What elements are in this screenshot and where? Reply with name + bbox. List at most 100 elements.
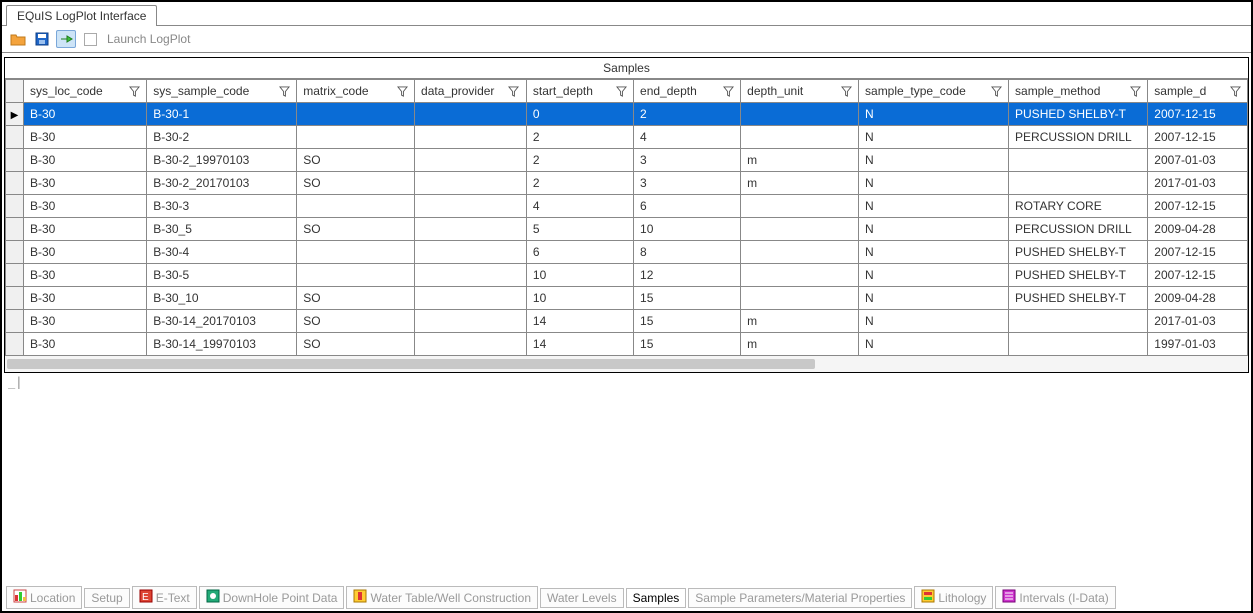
cell-sys_sample_code[interactable]: B-30-3 — [147, 195, 297, 218]
cell-sample_type_code[interactable]: N — [859, 172, 1009, 195]
cell-sample_d[interactable]: 2017-01-03 — [1148, 310, 1248, 333]
cell-end_depth[interactable]: 3 — [634, 149, 741, 172]
table-row[interactable]: B-30B-30-2_20170103SO23mN2017-01-03 — [6, 172, 1248, 195]
cell-sample_d[interactable]: 2007-12-15 — [1148, 264, 1248, 287]
cell-data_provider[interactable] — [415, 172, 527, 195]
cell-sys_sample_code[interactable]: B-30-14_20170103 — [147, 310, 297, 333]
table-row[interactable]: B-30B-30-2_19970103SO23mN2007-01-03 — [6, 149, 1248, 172]
tab-location[interactable]: Location — [6, 586, 82, 609]
filter-icon[interactable] — [840, 85, 852, 97]
row-header[interactable] — [6, 264, 24, 287]
cell-sys_sample_code[interactable]: B-30_10 — [147, 287, 297, 310]
tab-lithology[interactable]: Lithology — [914, 586, 993, 609]
cell-start_depth[interactable]: 6 — [526, 241, 633, 264]
cell-end_depth[interactable]: 15 — [634, 310, 741, 333]
cell-sample_type_code[interactable]: N — [859, 333, 1009, 356]
cell-sample_type_code[interactable]: N — [859, 241, 1009, 264]
cell-sample_method[interactable]: ROTARY CORE — [1009, 195, 1148, 218]
column-header-sample_method[interactable]: sample_method — [1009, 80, 1148, 103]
cell-sample_type_code[interactable]: N — [859, 264, 1009, 287]
cell-sample_method[interactable] — [1009, 172, 1148, 195]
row-header[interactable] — [6, 103, 24, 126]
cell-matrix_code[interactable]: SO — [297, 218, 415, 241]
cell-depth_unit[interactable] — [741, 126, 859, 149]
column-header-end_depth[interactable]: end_depth — [634, 80, 741, 103]
cell-sample_method[interactable]: PUSHED SHELBY-T — [1009, 103, 1148, 126]
cell-sys_loc_code[interactable]: B-30 — [24, 195, 147, 218]
cell-start_depth[interactable]: 2 — [526, 126, 633, 149]
cell-sample_method[interactable]: PERCUSSION DRILL — [1009, 126, 1148, 149]
tab-intervals-i-data-[interactable]: Intervals (I-Data) — [995, 586, 1115, 609]
cell-start_depth[interactable]: 5 — [526, 218, 633, 241]
cell-end_depth[interactable]: 12 — [634, 264, 741, 287]
cell-depth_unit[interactable] — [741, 264, 859, 287]
cell-matrix_code[interactable] — [297, 264, 415, 287]
cell-end_depth[interactable]: 15 — [634, 287, 741, 310]
table-row[interactable]: B-30B-30-3 46 NROTARY CORE2007-12-15 — [6, 195, 1248, 218]
column-header-sample_type_code[interactable]: sample_type_code — [859, 80, 1009, 103]
cell-start_depth[interactable]: 4 — [526, 195, 633, 218]
cell-end_depth[interactable]: 4 — [634, 126, 741, 149]
cell-end_depth[interactable]: 2 — [634, 103, 741, 126]
table-row[interactable]: B-30B-30-14_20170103SO1415mN2017-01-03 — [6, 310, 1248, 333]
cell-sample_d[interactable]: 2007-12-15 — [1148, 126, 1248, 149]
row-header[interactable] — [6, 287, 24, 310]
grid-scroll[interactable]: sys_loc_codesys_sample_codematrix_codeda… — [5, 79, 1248, 356]
cell-data_provider[interactable] — [415, 149, 527, 172]
horizontal-scrollbar[interactable] — [7, 359, 815, 369]
table-row[interactable]: B-30B-30-14_19970103SO1415mN1997-01-03 — [6, 333, 1248, 356]
cell-sys_loc_code[interactable]: B-30 — [24, 103, 147, 126]
cell-matrix_code[interactable]: SO — [297, 333, 415, 356]
cell-sample_type_code[interactable]: N — [859, 126, 1009, 149]
cell-sample_d[interactable]: 2007-01-03 — [1148, 149, 1248, 172]
tab-water-table-well-construction[interactable]: Water Table/Well Construction — [346, 586, 538, 609]
table-row[interactable]: B-30B-30_10SO1015NPUSHED SHELBY-T2009-04… — [6, 287, 1248, 310]
cell-data_provider[interactable] — [415, 264, 527, 287]
cell-data_provider[interactable] — [415, 126, 527, 149]
row-header[interactable] — [6, 218, 24, 241]
cell-sample_type_code[interactable]: N — [859, 103, 1009, 126]
app-title-tab[interactable]: EQuIS LogPlot Interface — [6, 5, 157, 26]
cell-sample_type_code[interactable]: N — [859, 287, 1009, 310]
cell-sys_loc_code[interactable]: B-30 — [24, 333, 147, 356]
column-header-start_depth[interactable]: start_depth — [526, 80, 633, 103]
cell-sys_sample_code[interactable]: B-30-4 — [147, 241, 297, 264]
cell-depth_unit[interactable] — [741, 218, 859, 241]
row-header[interactable] — [6, 126, 24, 149]
cell-sys_sample_code[interactable]: B-30-2_19970103 — [147, 149, 297, 172]
cell-sample_d[interactable]: 2007-12-15 — [1148, 195, 1248, 218]
cell-sys_loc_code[interactable]: B-30 — [24, 149, 147, 172]
cell-sample_type_code[interactable]: N — [859, 310, 1009, 333]
launch-checkbox[interactable] — [84, 33, 97, 46]
cell-depth_unit[interactable]: m — [741, 333, 859, 356]
cell-sys_loc_code[interactable]: B-30 — [24, 287, 147, 310]
cell-sys_loc_code[interactable]: B-30 — [24, 126, 147, 149]
cell-data_provider[interactable] — [415, 333, 527, 356]
open-folder-button[interactable] — [8, 30, 28, 48]
cell-sample_type_code[interactable]: N — [859, 195, 1009, 218]
cell-sample_d[interactable]: 2009-04-28 — [1148, 218, 1248, 241]
cell-depth_unit[interactable] — [741, 241, 859, 264]
cell-matrix_code[interactable] — [297, 195, 415, 218]
cell-sample_method[interactable]: PERCUSSION DRILL — [1009, 218, 1148, 241]
cell-sample_d[interactable]: 2017-01-03 — [1148, 172, 1248, 195]
tab-downhole-point-data[interactable]: DownHole Point Data — [199, 586, 345, 609]
cell-sys_loc_code[interactable]: B-30 — [24, 310, 147, 333]
table-row[interactable]: B-30B-30-102NPUSHED SHELBY-T2007-12-15 — [6, 103, 1248, 126]
cell-end_depth[interactable]: 6 — [634, 195, 741, 218]
cell-end_depth[interactable]: 8 — [634, 241, 741, 264]
filter-icon[interactable] — [990, 85, 1002, 97]
cell-sample_d[interactable]: 2007-12-15 — [1148, 103, 1248, 126]
cell-sys_sample_code[interactable]: B-30-2_20170103 — [147, 172, 297, 195]
cell-sample_d[interactable]: 2007-12-15 — [1148, 241, 1248, 264]
row-header[interactable] — [6, 172, 24, 195]
cell-sys_loc_code[interactable]: B-30 — [24, 172, 147, 195]
cell-start_depth[interactable]: 10 — [526, 264, 633, 287]
filter-icon[interactable] — [508, 85, 520, 97]
cell-matrix_code[interactable]: SO — [297, 287, 415, 310]
table-row[interactable]: B-30B-30_5SO510NPERCUSSION DRILL2009-04-… — [6, 218, 1248, 241]
filter-icon[interactable] — [1129, 85, 1141, 97]
cell-depth_unit[interactable]: m — [741, 172, 859, 195]
table-row[interactable]: B-30B-30-51012NPUSHED SHELBY-T2007-12-15 — [6, 264, 1248, 287]
cell-depth_unit[interactable] — [741, 103, 859, 126]
